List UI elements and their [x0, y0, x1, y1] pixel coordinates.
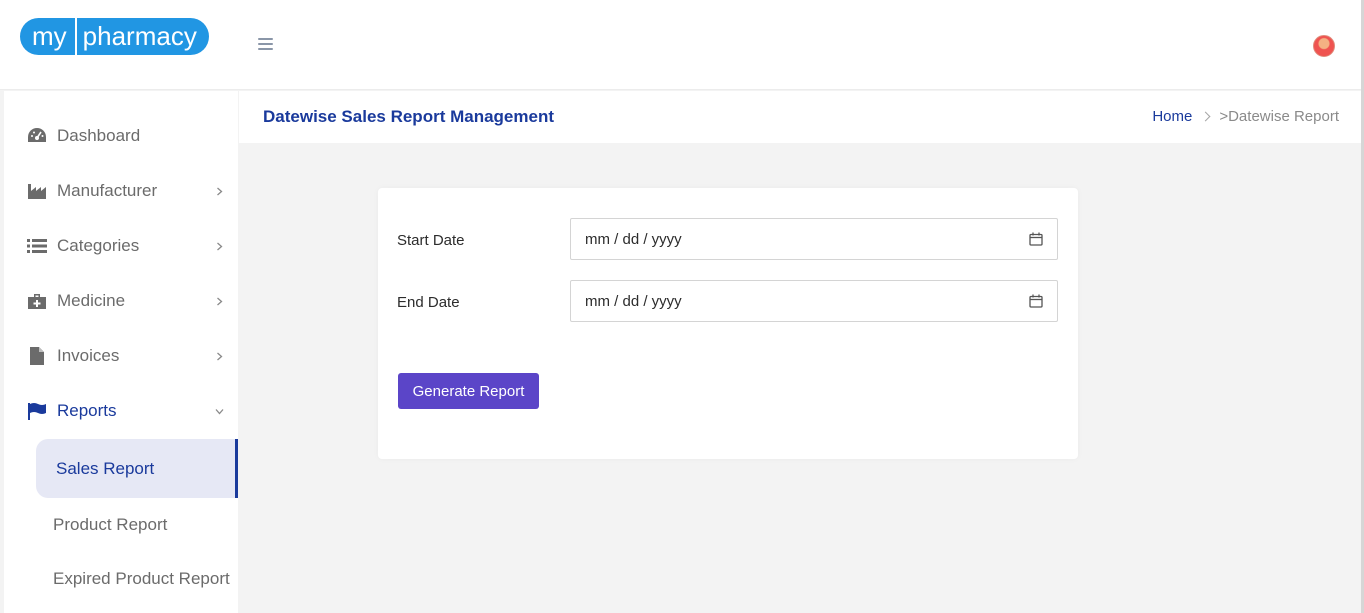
end-date-label: End Date — [397, 294, 460, 311]
sidebar-item-invoices[interactable]: Invoices — [4, 336, 238, 376]
end-date-input[interactable]: mm / dd / yyyy — [570, 280, 1058, 322]
sidebar: Dashboard Manufacturer Categories Medici… — [4, 91, 238, 613]
end-date-value: mm / dd / yyyy — [585, 292, 682, 310]
chevron-right-icon — [217, 242, 223, 250]
sidebar-item-categories[interactable]: Categories — [4, 226, 238, 266]
start-date-label: Start Date — [397, 232, 465, 249]
start-date-input[interactable]: mm / dd / yyyy — [570, 218, 1058, 260]
breadcrumb-separator-icon — [1200, 111, 1211, 122]
factory-icon — [27, 181, 47, 201]
list-icon — [27, 236, 47, 256]
calendar-icon[interactable] — [1029, 232, 1043, 246]
logo-text-my: my — [20, 18, 75, 55]
sidebar-item-dashboard[interactable]: Dashboard — [4, 116, 238, 156]
generate-report-button[interactable]: Generate Report — [398, 373, 539, 409]
page-title: Datewise Sales Report Management — [263, 107, 554, 126]
sidebar-item-label: Categories — [57, 236, 140, 255]
logo-text-pharmacy: pharmacy — [74, 18, 209, 55]
sidebar-item-label: Medicine — [57, 291, 126, 310]
sidebar-item-label: Invoices — [57, 346, 120, 365]
app-logo[interactable]: my pharmacy — [20, 18, 209, 55]
chevron-right-icon — [217, 352, 223, 360]
dashboard-icon — [27, 126, 47, 146]
sidebar-subitem-expired-product-report[interactable]: Expired Product Report — [53, 569, 230, 589]
sidebar-item-label: Manufacturer — [57, 181, 158, 200]
medkit-icon — [27, 291, 47, 311]
user-avatar[interactable] — [1313, 35, 1335, 57]
sidebar-subitem-label: Sales Report — [56, 458, 155, 478]
sidebar-subitem-product-report[interactable]: Product Report — [53, 515, 167, 535]
page-header: Datewise Sales Report Management Home >D… — [239, 91, 1361, 143]
breadcrumb: Home >Datewise Report — [1152, 108, 1339, 125]
sidebar-item-label: Reports — [57, 401, 117, 420]
sidebar-item-reports[interactable]: Reports — [4, 391, 238, 431]
report-form-card: Start Date mm / dd / yyyy End Date mm / … — [378, 188, 1078, 459]
calendar-icon[interactable] — [1029, 294, 1043, 308]
chevron-right-icon — [217, 297, 223, 305]
sidebar-item-medicine[interactable]: Medicine — [4, 281, 238, 321]
chevron-right-icon — [217, 187, 223, 195]
menu-toggle-icon[interactable] — [258, 38, 273, 50]
breadcrumb-home-link[interactable]: Home — [1152, 108, 1192, 125]
start-date-value: mm / dd / yyyy — [585, 230, 682, 248]
breadcrumb-current: >Datewise Report — [1219, 108, 1339, 125]
sidebar-item-label: Dashboard — [57, 126, 141, 145]
chevron-down-icon — [215, 408, 224, 414]
sidebar-subitem-sales-report[interactable]: Sales Report — [36, 439, 238, 498]
top-bar: my pharmacy — [0, 0, 1364, 90]
flag-icon — [27, 401, 47, 421]
sidebar-item-manufacturer[interactable]: Manufacturer — [4, 171, 238, 211]
file-icon — [27, 346, 47, 366]
